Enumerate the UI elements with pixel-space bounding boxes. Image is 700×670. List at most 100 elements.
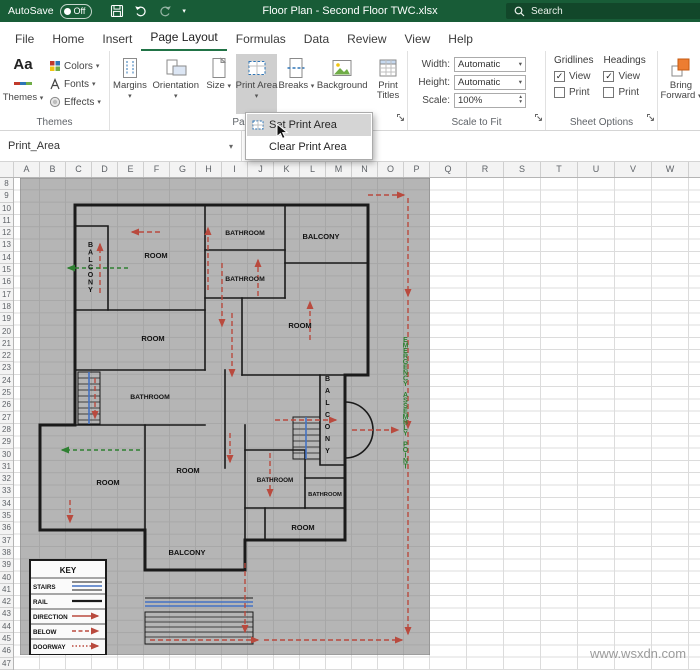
headings-view-checkbox[interactable]: ✓ View: [603, 69, 645, 83]
row-header-37[interactable]: 37: [0, 535, 13, 547]
row-header-47[interactable]: 47: [0, 658, 13, 670]
effects-button[interactable]: Effects ▾: [46, 94, 104, 110]
row-header-19[interactable]: 19: [0, 313, 13, 325]
height-select[interactable]: Automatic ▾: [454, 75, 526, 90]
row-header-45[interactable]: 45: [0, 633, 13, 645]
checkbox-icon[interactable]: ✓: [603, 71, 614, 82]
row-header-40[interactable]: 40: [0, 572, 13, 584]
row-header-44[interactable]: 44: [0, 621, 13, 633]
column-header-V[interactable]: V: [615, 162, 652, 177]
column-header-B[interactable]: B: [40, 162, 66, 177]
redo-icon[interactable]: [158, 4, 172, 18]
column-header-M[interactable]: M: [326, 162, 352, 177]
size-button[interactable]: Size ▾: [202, 54, 236, 114]
column-header-N[interactable]: N: [352, 162, 378, 177]
page-setup-dialog-launcher[interactable]: [396, 109, 405, 127]
row-header-28[interactable]: 28: [0, 424, 13, 436]
name-box[interactable]: Print_Area ▾: [0, 131, 242, 161]
row-header-31[interactable]: 31: [0, 461, 13, 473]
themes-button[interactable]: Aa Themes ▾: [0, 54, 46, 114]
row-header-36[interactable]: 36: [0, 522, 13, 534]
autosave-toggle[interactable]: Off: [60, 4, 93, 19]
row-header-15[interactable]: 15: [0, 264, 13, 276]
menu-item-clear-print-area[interactable]: Clear Print Area: [247, 136, 371, 158]
column-header-J[interactable]: J: [248, 162, 274, 177]
column-header-E[interactable]: E: [118, 162, 144, 177]
gridlines-view-checkbox[interactable]: ✓ View: [554, 69, 593, 83]
column-header-S[interactable]: S: [504, 162, 541, 177]
floorplan-image[interactable]: ROOM BATHROOM BATHROOM BALCONY ROOM ROOM…: [20, 178, 430, 655]
row-header-22[interactable]: 22: [0, 350, 13, 362]
row-header-43[interactable]: 43: [0, 608, 13, 620]
row-header-33[interactable]: 33: [0, 485, 13, 497]
row-header-16[interactable]: 16: [0, 276, 13, 288]
checkbox-icon[interactable]: ✓: [554, 71, 565, 82]
column-header-P[interactable]: P: [404, 162, 430, 177]
row-header-32[interactable]: 32: [0, 473, 13, 485]
checkbox-icon[interactable]: [554, 87, 565, 98]
row-header-29[interactable]: 29: [0, 436, 13, 448]
row-header-25[interactable]: 25: [0, 387, 13, 399]
print-titles-button[interactable]: Print Titles: [369, 54, 407, 114]
column-header-C[interactable]: C: [66, 162, 92, 177]
row-header-21[interactable]: 21: [0, 338, 13, 350]
column-header-U[interactable]: U: [578, 162, 615, 177]
bring-forward-button[interactable]: Bring Forward ▾: [658, 54, 700, 114]
scale-stepper[interactable]: 100% ▴▾: [454, 93, 526, 108]
background-button[interactable]: Background: [315, 54, 369, 114]
width-select[interactable]: Automatic ▾: [454, 57, 526, 72]
select-all-corner[interactable]: [0, 162, 14, 177]
row-header-41[interactable]: 41: [0, 584, 13, 596]
tab-view[interactable]: View: [396, 26, 440, 51]
tab-insert[interactable]: Insert: [93, 26, 141, 51]
checkbox-icon[interactable]: [603, 87, 614, 98]
worksheet-grid[interactable]: 8910111213141516171819202122232425262728…: [0, 178, 700, 670]
tab-home[interactable]: Home: [43, 26, 93, 51]
gridlines-print-checkbox[interactable]: Print: [554, 85, 593, 99]
column-header-T[interactable]: T: [541, 162, 578, 177]
chevron-down-icon[interactable]: ▾: [229, 142, 233, 151]
row-header-34[interactable]: 34: [0, 498, 13, 510]
row-header-10[interactable]: 10: [0, 203, 13, 215]
colors-button[interactable]: Colors ▾: [46, 58, 104, 74]
row-header-42[interactable]: 42: [0, 596, 13, 608]
menu-item-set-print-area[interactable]: Set Print Area: [247, 114, 371, 136]
row-header-8[interactable]: 8: [0, 178, 13, 190]
tab-page-layout[interactable]: Page Layout: [141, 24, 226, 51]
column-header-I[interactable]: I: [222, 162, 248, 177]
column-header-H[interactable]: H: [196, 162, 222, 177]
column-header-K[interactable]: K: [274, 162, 300, 177]
headings-print-checkbox[interactable]: Print: [603, 85, 645, 99]
tab-review[interactable]: Review: [338, 26, 395, 51]
column-header-R[interactable]: R: [467, 162, 504, 177]
row-header-23[interactable]: 23: [0, 362, 13, 374]
tab-data[interactable]: Data: [295, 26, 338, 51]
row-header-11[interactable]: 11: [0, 215, 13, 227]
row-header-26[interactable]: 26: [0, 399, 13, 411]
column-header-W[interactable]: W: [652, 162, 689, 177]
sheet-options-dialog-launcher[interactable]: [646, 109, 655, 127]
row-header-38[interactable]: 38: [0, 547, 13, 559]
tab-formulas[interactable]: Formulas: [227, 26, 295, 51]
undo-icon[interactable]: [134, 4, 148, 18]
row-header-46[interactable]: 46: [0, 645, 13, 657]
orientation-button[interactable]: Orientation ▾: [150, 54, 202, 114]
row-header-35[interactable]: 35: [0, 510, 13, 522]
row-header-12[interactable]: 12: [0, 227, 13, 239]
tab-help[interactable]: Help: [439, 26, 482, 51]
row-header-14[interactable]: 14: [0, 252, 13, 264]
column-header-O[interactable]: O: [378, 162, 404, 177]
column-header-D[interactable]: D: [92, 162, 118, 177]
row-header-39[interactable]: 39: [0, 559, 13, 571]
column-header-A[interactable]: A: [14, 162, 40, 177]
column-header-Q[interactable]: Q: [430, 162, 467, 177]
column-header-F[interactable]: F: [144, 162, 170, 177]
print-area-button[interactable]: Print Area ▾: [236, 54, 278, 114]
row-header-30[interactable]: 30: [0, 449, 13, 461]
row-header-24[interactable]: 24: [0, 375, 13, 387]
fonts-button[interactable]: Fonts ▾: [46, 76, 104, 92]
spinner-icon[interactable]: ▴▾: [519, 95, 522, 105]
row-header-18[interactable]: 18: [0, 301, 13, 313]
tab-file[interactable]: File: [6, 26, 43, 51]
row-header-9[interactable]: 9: [0, 190, 13, 202]
